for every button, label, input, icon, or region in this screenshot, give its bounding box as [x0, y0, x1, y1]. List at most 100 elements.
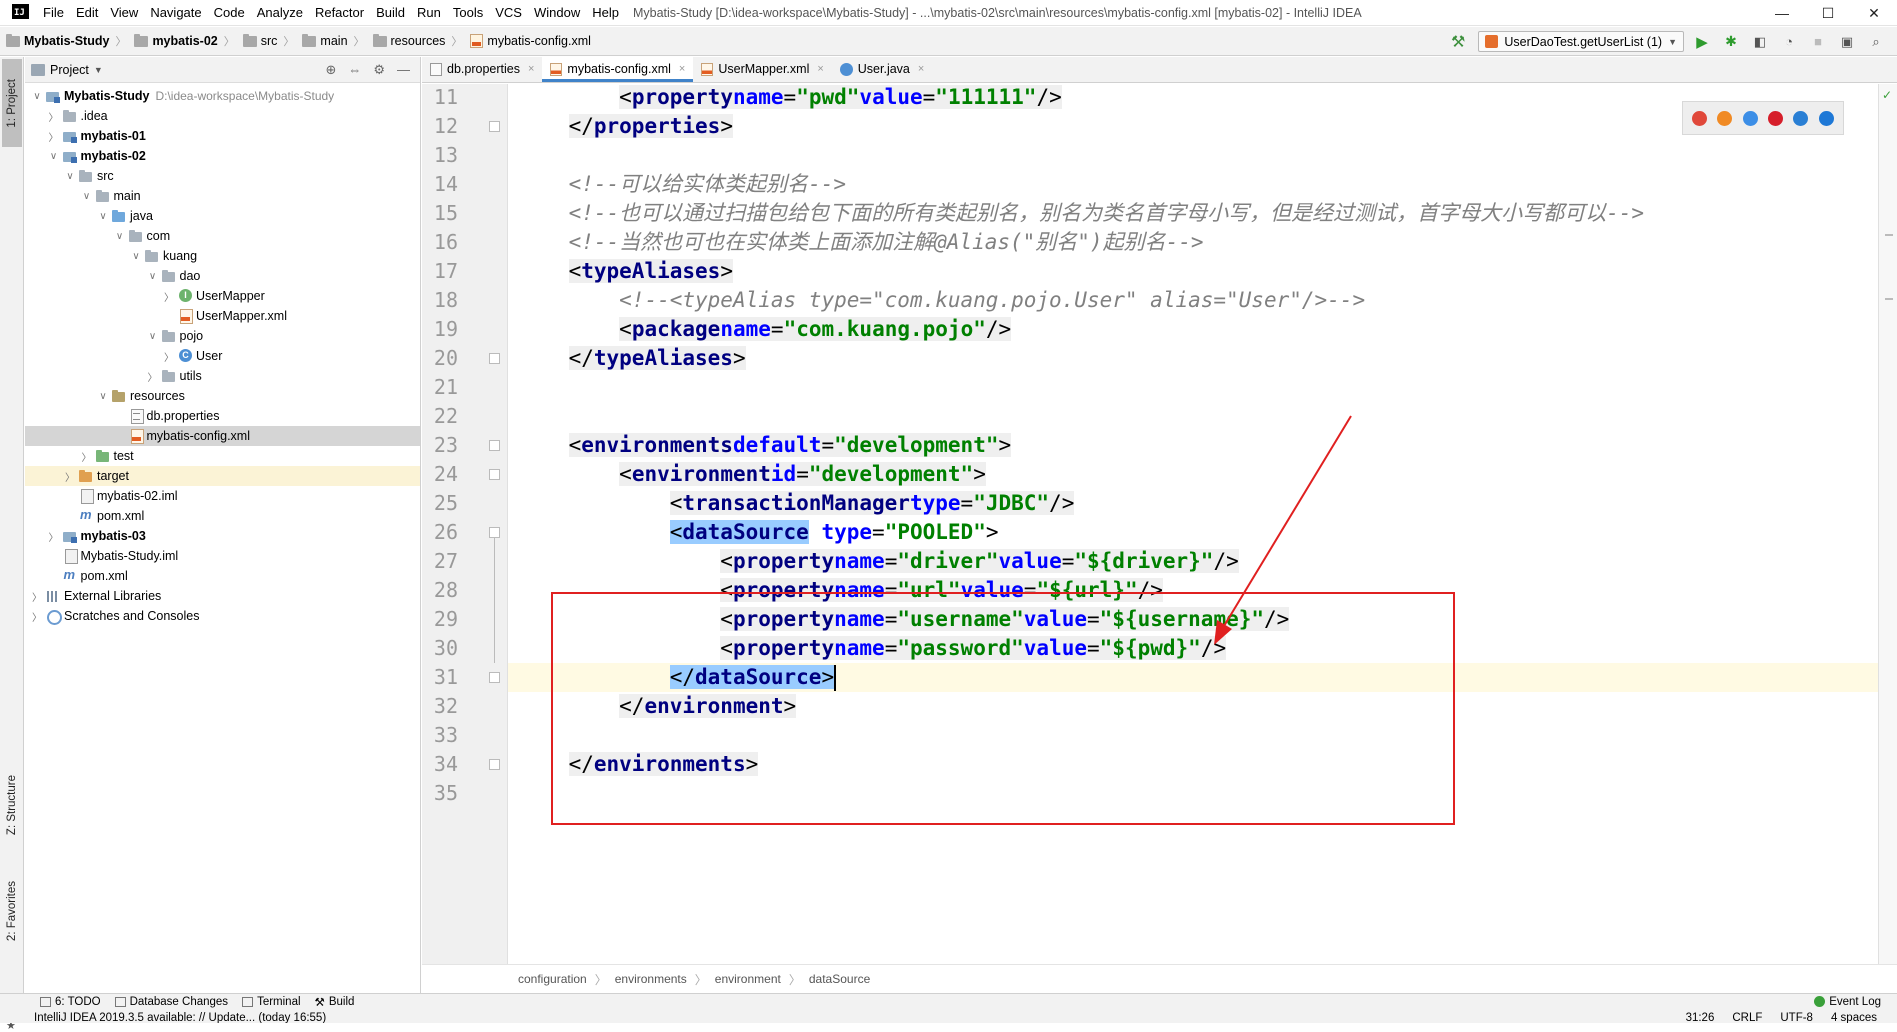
menu-navigate[interactable]: Navigate [144, 0, 207, 26]
terminal-tool-button[interactable]: Terminal [242, 996, 301, 1008]
run-configuration-select[interactable]: UserDaoTest.getUserList (1) ▼ [1478, 31, 1684, 52]
project-view-select[interactable]: Project ▼ [31, 63, 103, 77]
tree-item[interactable]: ∨ java [25, 206, 420, 226]
todo-tool-button[interactable]: 6: TODO [40, 996, 101, 1008]
editor-scroll-markers[interactable]: ✓ [1878, 84, 1897, 964]
fold-toggle-icon[interactable] [489, 440, 500, 451]
xml-breadcrumb-item[interactable]: dataSource [809, 972, 870, 986]
collapse-all-icon[interactable]: ⇔ [348, 62, 361, 78]
menu-code[interactable]: Code [208, 0, 251, 26]
tree-item[interactable]: ∨ mybatis-02 [25, 146, 420, 166]
nav-crumb[interactable]: src 〉 [237, 33, 297, 49]
chevron-right-icon[interactable]: 〉 [161, 349, 177, 364]
tree-item[interactable]: 〉 mybatis-03 [25, 526, 420, 546]
edge-icon[interactable] [1818, 110, 1834, 126]
tree-item[interactable]: 〉 test [25, 446, 420, 466]
menu-window[interactable]: Window [528, 0, 586, 26]
tree-item[interactable]: 〉 UserMapper [25, 286, 420, 306]
chevron-down-icon[interactable]: ∨ [128, 251, 144, 262]
close-tab-icon[interactable]: × [679, 63, 685, 75]
chevron-right-icon[interactable]: 〉 [29, 609, 45, 624]
xml-breadcrumb-item[interactable]: configuration [518, 972, 587, 986]
nav-crumb[interactable]: resources 〉 [367, 33, 465, 49]
tree-item[interactable]: 〉 target [25, 466, 420, 486]
menu-run[interactable]: Run [411, 0, 447, 26]
xml-breadcrumb-item[interactable]: environments [615, 972, 687, 986]
tree-item[interactable]: 〉 utils [25, 366, 420, 386]
tree-item[interactable]: ∨ dao [25, 266, 420, 286]
editor-tab[interactable]: UserMapper.xml × [693, 56, 831, 82]
chrome-icon[interactable] [1692, 110, 1708, 126]
menu-tools[interactable]: Tools [447, 0, 489, 26]
tree-item[interactable]: 〉 Scratches and Consoles [25, 606, 420, 626]
nav-crumb[interactable]: main 〉 [296, 33, 366, 49]
coverage-icon[interactable]: ◧ [1749, 31, 1771, 53]
line-separator[interactable]: CRLF [1732, 1011, 1762, 1023]
close-tab-icon[interactable]: × [918, 63, 924, 75]
close-tab-icon[interactable]: × [817, 63, 823, 75]
tree-item[interactable]: ∨ pojo [25, 326, 420, 346]
tree-item[interactable]: ∨ resources [25, 386, 420, 406]
tree-item[interactable]: 〉 mybatis-01 [25, 126, 420, 146]
code-editor[interactable]: <propertyname="pwd"value="111111"/> </pr… [508, 84, 1878, 964]
tree-item[interactable]: pom.xml [25, 506, 420, 526]
tree-item[interactable]: ∨ kuang [25, 246, 420, 266]
chevron-down-icon[interactable]: ∨ [145, 271, 161, 282]
tree-item[interactable]: ∨ Mybatis-Study D:\idea-workspace\Mybatis-… [25, 86, 420, 106]
gear-icon[interactable]: ⚙ [373, 62, 385, 78]
chevron-right-icon[interactable]: 〉 [46, 529, 62, 544]
chevron-right-icon[interactable]: 〉 [62, 469, 78, 484]
menu-help[interactable]: Help [586, 0, 625, 26]
firefox-icon[interactable] [1717, 110, 1733, 126]
project-tool-tab[interactable]: 1: Project [2, 59, 22, 147]
chevron-down-icon[interactable]: ∨ [29, 91, 45, 102]
locate-file-icon[interactable]: ⊕ [325, 62, 336, 78]
ie-icon[interactable] [1793, 110, 1809, 126]
chevron-down-icon[interactable]: ∨ [145, 331, 161, 342]
chevron-right-icon[interactable]: 〉 [29, 589, 45, 604]
caret-position[interactable]: 31:26 [1686, 1011, 1715, 1023]
build-hammer-icon[interactable]: ⚒ [1451, 32, 1465, 52]
chevron-down-icon[interactable]: ∨ [46, 151, 62, 162]
tree-item[interactable]: ∨ main [25, 186, 420, 206]
menu-edit[interactable]: Edit [70, 0, 104, 26]
menu-build[interactable]: Build [370, 0, 411, 26]
tree-item[interactable]: ∨ src [25, 166, 420, 186]
stop-icon[interactable]: ■ [1807, 31, 1829, 53]
editor-tab[interactable]: User.java × [832, 56, 933, 82]
tree-item[interactable]: Mybatis-Study.iml [25, 546, 420, 566]
chevron-down-icon[interactable]: ∨ [62, 171, 78, 182]
profile-icon[interactable]: ◔ [1778, 31, 1800, 53]
tree-item[interactable]: 〉 User [25, 346, 420, 366]
hide-panel-icon[interactable]: — [397, 62, 410, 78]
chevron-right-icon[interactable]: 〉 [79, 449, 95, 464]
editor-tab[interactable]: mybatis-config.xml × [542, 56, 694, 82]
fold-toggle-icon[interactable] [489, 353, 500, 364]
nav-crumb[interactable]: mybatis-config.xml [464, 34, 593, 48]
structure-tool-tab[interactable]: Z: Structure [2, 762, 22, 848]
favorites-tool-tab[interactable]: 2: Favorites [2, 867, 22, 955]
safari-icon[interactable] [1742, 110, 1758, 126]
close-window-button[interactable]: ✕ [1851, 0, 1897, 26]
nav-crumb[interactable]: Mybatis-Study 〉 [0, 33, 128, 49]
nav-crumb[interactable]: mybatis-02 〉 [128, 33, 236, 49]
tree-item[interactable]: db.properties [25, 406, 420, 426]
opera-icon[interactable] [1768, 110, 1784, 126]
menu-view[interactable]: View [104, 0, 144, 26]
run-icon[interactable]: ▶ [1691, 31, 1713, 53]
chevron-right-icon[interactable]: 〉 [145, 369, 161, 384]
tree-item[interactable]: UserMapper.xml [25, 306, 420, 326]
chevron-down-icon[interactable]: ∨ [95, 391, 111, 402]
fold-toggle-icon[interactable] [489, 469, 500, 480]
chevron-right-icon[interactable]: 〉 [161, 289, 177, 304]
build-tool-button[interactable]: ⚒ Build [315, 995, 355, 1009]
fold-toggle-icon[interactable] [489, 527, 500, 538]
chevron-right-icon[interactable]: 〉 [46, 129, 62, 144]
tree-item[interactable]: ∨ com [25, 226, 420, 246]
xml-breadcrumb-item[interactable]: environment [715, 972, 781, 986]
menu-analyze[interactable]: Analyze [251, 0, 309, 26]
menu-refactor[interactable]: Refactor [309, 0, 370, 26]
project-structure-icon[interactable]: ▣ [1836, 31, 1858, 53]
tree-item[interactable]: pom.xml [25, 566, 420, 586]
indent-setting[interactable]: 4 spaces [1831, 1011, 1877, 1023]
